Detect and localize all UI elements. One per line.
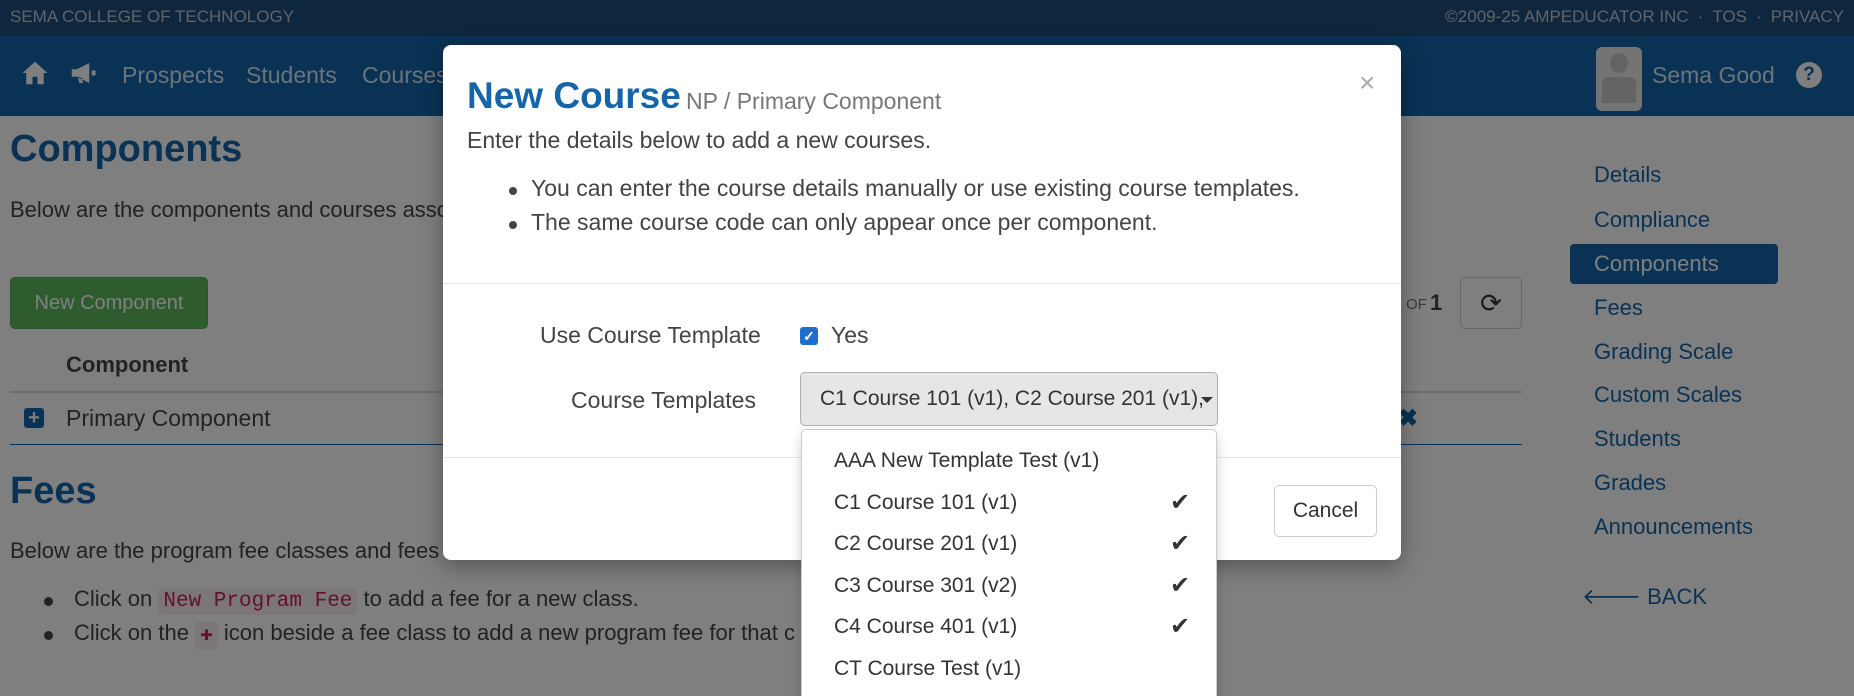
checkmark-icon: ✔ [1170, 571, 1191, 599]
list-item: You can enter the course details manuall… [507, 175, 1300, 209]
dropdown-option[interactable]: C3 Course 301 (v2) ✔ [802, 565, 1216, 607]
modal-bullets: You can enter the course details manuall… [507, 175, 1300, 243]
course-templates-dropdown: AAA New Template Test (v1) C1 Course 101… [801, 429, 1217, 696]
course-templates-select[interactable]: C1 Course 101 (v1), C2 Course 201 (v1), [800, 372, 1218, 426]
checkmark-icon: ✔ [1170, 488, 1191, 516]
course-templates-label: Course Templates [571, 387, 756, 413]
dropdown-option[interactable]: CT Course Test (v1) [802, 648, 1216, 690]
cancel-button[interactable]: Cancel [1274, 485, 1377, 537]
dropdown-option[interactable]: AAA New Template Test (v1) [802, 440, 1216, 482]
checkmark-icon: ✔ [1170, 530, 1191, 557]
modal-divider [443, 283, 1401, 284]
course-templates-value: C1 Course 101 (v1), C2 Course 201 (v1), [820, 387, 1204, 410]
use-template-label: Use Course Template [540, 322, 761, 348]
modal-description: Enter the details below to add a new cou… [467, 127, 932, 153]
use-template-yes-label[interactable]: Yes [831, 322, 869, 349]
caret-down-icon [1201, 397, 1213, 403]
checkmark-icon: ✔ [1170, 613, 1191, 640]
dropdown-option[interactable]: C1 Course 101 (v1) ✔ [802, 482, 1216, 524]
close-icon[interactable]: × [1359, 67, 1375, 99]
modal-subtitle: NP / Primary Component [686, 88, 942, 114]
dropdown-option[interactable]: C2 Course 201 (v1) ✔ [802, 523, 1216, 565]
dropdown-option[interactable]: C4 Course 401 (v1) ✔ [802, 606, 1216, 648]
modal-title: New Course [467, 75, 681, 116]
list-item: The same course code can only appear onc… [507, 209, 1300, 243]
use-template-checkbox[interactable]: ✓ [800, 327, 818, 345]
